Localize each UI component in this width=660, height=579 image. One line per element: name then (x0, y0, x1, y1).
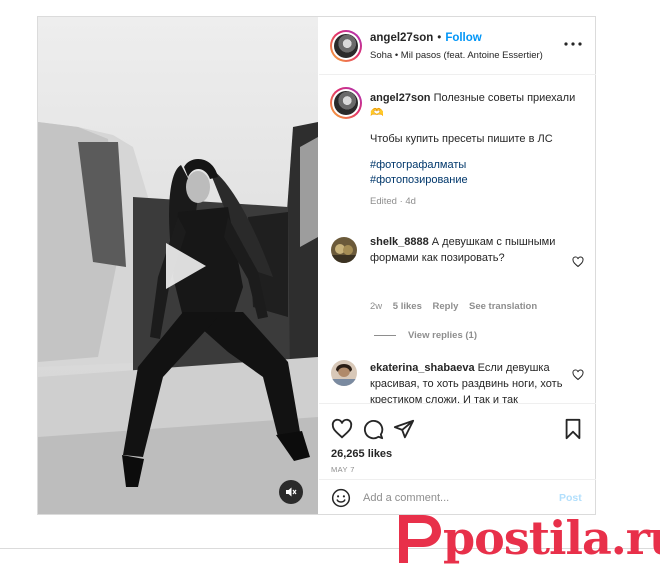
post-actions: 26,265 likes MAY 7 (319, 403, 596, 474)
likes-count[interactable]: 26,265 likes (331, 448, 392, 460)
follow-button[interactable]: Follow (445, 32, 481, 44)
post-caption: angel27son Полезные советы приехали 🫶 Чт… (370, 91, 580, 209)
comment-like-heart-icon[interactable] (572, 256, 584, 268)
instagram-post: angel27son • Follow Soha • Mil pasos (feat… (37, 16, 596, 515)
post-comment-button[interactable]: Post (559, 492, 582, 504)
author-username[interactable]: angel27son (370, 32, 433, 44)
comment-icon[interactable] (362, 418, 384, 440)
post-sidebar: angel27son • Follow Soha • Mil pasos (feat… (319, 17, 596, 514)
separator-dot: • (437, 32, 442, 44)
reply-button[interactable]: Reply (433, 301, 459, 312)
hashtag-link[interactable]: #фотографалматы (370, 158, 580, 173)
view-replies-label: View replies (1) (408, 330, 477, 341)
comment-like-heart-icon[interactable] (572, 369, 584, 381)
caption-edited-meta: Edited · 4d (370, 196, 416, 207)
mute-button[interactable] (279, 480, 303, 504)
play-button[interactable] (150, 235, 212, 297)
play-icon (166, 243, 206, 289)
post-header: angel27son • Follow Soha • Mil pasos (feat… (319, 17, 596, 75)
comment-likes-count[interactable]: 5 likes (393, 301, 422, 312)
view-replies-button[interactable]: View replies (1) (374, 330, 477, 341)
commenter-avatar[interactable] (331, 360, 357, 386)
comment-text: ekaterina_shabaeva Если девушка красивая… (370, 360, 568, 403)
author-avatar[interactable] (330, 30, 362, 62)
comment-age: 2w (370, 301, 383, 312)
share-icon[interactable] (393, 418, 415, 440)
header-title-line: angel27son • Follow (370, 32, 482, 44)
emoji-icon[interactable] (331, 488, 351, 508)
comment-text: shelk_8888 А девушкам с пышными формами … (370, 234, 568, 266)
like-heart-icon[interactable] (331, 418, 353, 440)
bookmark-icon[interactable] (562, 418, 584, 440)
caption-author-avatar[interactable] (330, 87, 362, 119)
comment-username[interactable]: ekaterina_shabaeva (370, 362, 475, 374)
caption-username[interactable]: angel27son (370, 92, 431, 104)
mute-icon (286, 487, 297, 497)
comment-username[interactable]: shelk_8888 (370, 236, 429, 248)
post-date: MAY 7 (331, 465, 355, 474)
hashtag-link[interactable]: #фотопозирование (370, 173, 580, 188)
caption-line-2: Чтобы купить пресеты пишите в ЛС (370, 133, 553, 145)
more-options-button[interactable] (563, 36, 583, 52)
postila-logo-icon (399, 515, 441, 563)
post-video[interactable] (38, 17, 318, 514)
more-icon (564, 42, 582, 46)
watermark-text: postila.ru (443, 511, 660, 565)
replies-divider-line (374, 334, 396, 336)
postila-watermark: postila.ru (395, 505, 660, 575)
see-translation-button[interactable]: See translation (469, 301, 537, 312)
comment-meta: 2w 5 likes Reply See translation (370, 301, 545, 312)
commenter-avatar[interactable] (331, 237, 357, 263)
audio-track-link[interactable]: Soha • Mil pasos (feat. Antoine Essertie… (370, 50, 543, 61)
comments-section[interactable]: angel27son Полезные советы приехали 🫶 Чт… (319, 76, 596, 403)
